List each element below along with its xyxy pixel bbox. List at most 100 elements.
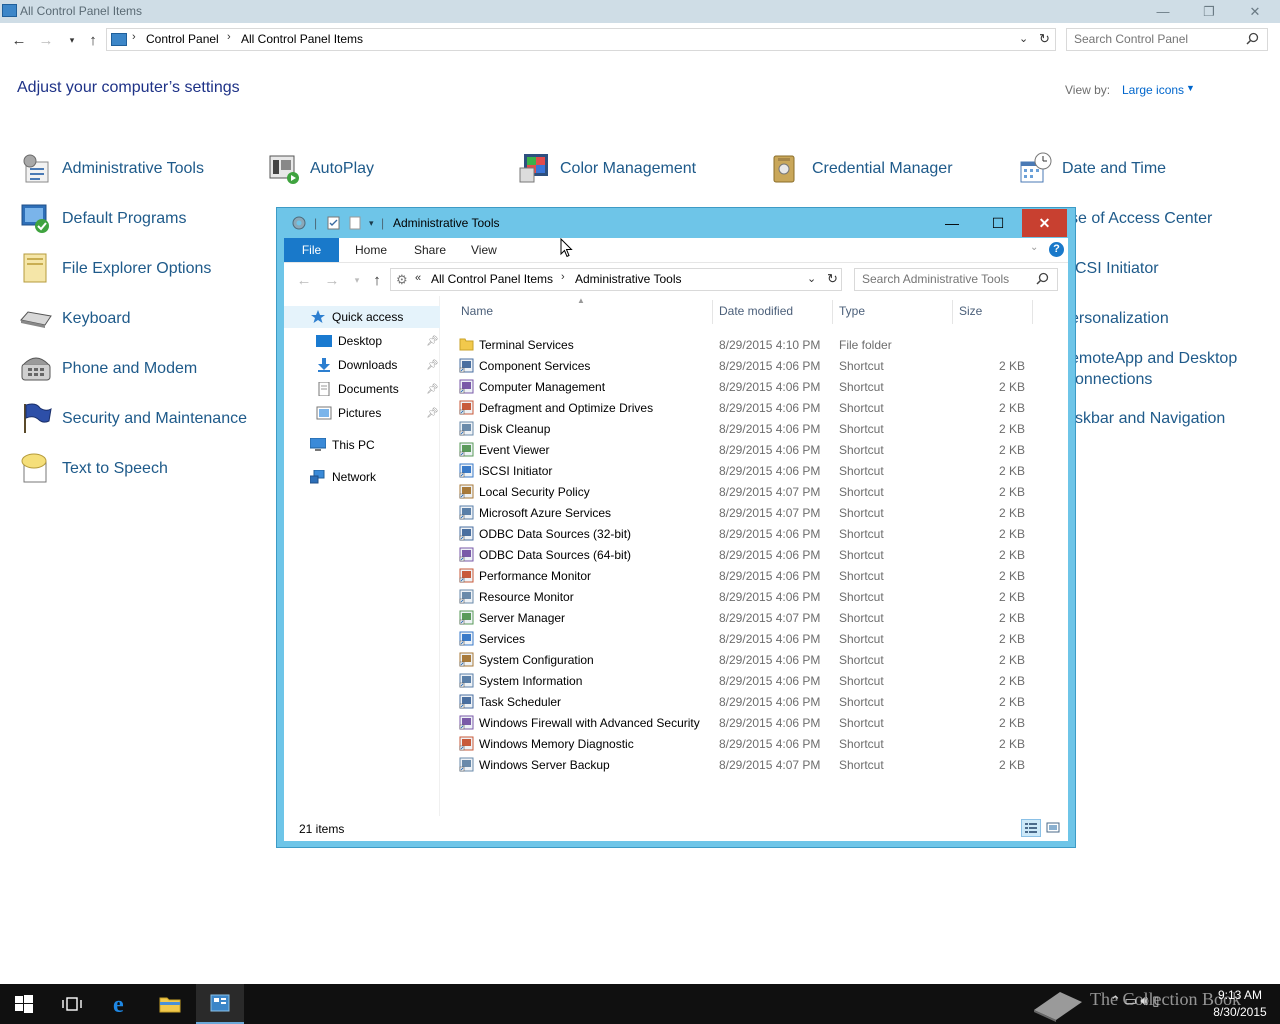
table-row[interactable]: Windows Memory Diagnostic 8/29/2015 4:06 …: [441, 733, 1068, 754]
tab-file[interactable]: File: [284, 238, 339, 262]
breadcrumb-administrative-tools[interactable]: Administrative Tools: [575, 272, 682, 286]
view-by-dropdown[interactable]: Large icons: [1122, 83, 1184, 97]
table-row[interactable]: Disk Cleanup 8/29/2015 4:06 PM Shortcut 2 K…: [441, 418, 1068, 439]
edge-browser-button[interactable]: e: [98, 984, 146, 1024]
address-bar[interactable]: › Control Panel › All Control Panel Item…: [106, 28, 1056, 51]
search-icon[interactable]: [1036, 272, 1049, 285]
pin-icon[interactable]: 📌︎: [426, 384, 439, 395]
task-view-button[interactable]: [48, 984, 96, 1024]
tree-item-documents[interactable]: Documents 📌︎: [284, 378, 440, 400]
column-header-size[interactable]: Size: [959, 304, 982, 318]
table-row[interactable]: Microsoft Azure Services 8/29/2015 4:07 P…: [441, 502, 1068, 523]
table-row[interactable]: Resource Monitor 8/29/2015 4:06 PM Shortcu…: [441, 586, 1068, 607]
table-row[interactable]: Event Viewer 8/29/2015 4:06 PM Shortcut 2 K…: [441, 439, 1068, 460]
table-row[interactable]: Computer Management 8/29/2015 4:06 PM Shor…: [441, 376, 1068, 397]
back-button[interactable]: ←: [9, 29, 29, 51]
tree-item-network[interactable]: Network: [284, 466, 440, 488]
pin-icon[interactable]: 📌︎: [426, 360, 439, 371]
tree-item-downloads[interactable]: Downloads 📌︎: [284, 354, 440, 376]
column-header-type[interactable]: Type: [839, 304, 865, 318]
table-row[interactable]: System Configuration 8/29/2015 4:06 PM Sho…: [441, 649, 1068, 670]
table-row[interactable]: ODBC Data Sources (32-bit) 8/29/2015 4:06…: [441, 523, 1068, 544]
breadcrumb-control-panel[interactable]: Control Panel: [146, 32, 219, 46]
file-date-modified: 8/29/2015 4:06 PM: [719, 716, 821, 730]
restore-button[interactable]: ❐: [1186, 0, 1232, 23]
file-explorer-button[interactable]: [146, 984, 194, 1024]
tree-item-quick-access[interactable]: Quick access: [284, 306, 440, 328]
refresh-icon[interactable]: ↻: [1039, 31, 1050, 47]
search-box[interactable]: [854, 268, 1058, 291]
expand-ribbon-chevron-icon[interactable]: ⌄: [1030, 242, 1038, 253]
table-row[interactable]: Services 8/29/2015 4:06 PM Shortcut 2 KB: [441, 628, 1068, 649]
customize-toolbar-chevron-icon[interactable]: ▾: [369, 218, 374, 229]
tab-share[interactable]: Share: [403, 238, 457, 262]
table-row[interactable]: iSCSI Initiator 8/29/2015 4:06 PM Shortcut…: [441, 460, 1068, 481]
recent-locations-button[interactable]: ▾: [62, 29, 82, 51]
back-button[interactable]: ←: [294, 269, 314, 291]
close-button[interactable]: ✕: [1022, 209, 1067, 237]
table-row[interactable]: Performance Monitor 8/29/2015 4:06 PM Shor…: [441, 565, 1068, 586]
table-row[interactable]: Local Security Policy 8/29/2015 4:07 PM Sh…: [441, 481, 1068, 502]
file-size: 2 KB: [998, 569, 1025, 583]
overflow-breadcrumb[interactable]: «: [415, 272, 421, 284]
search-icon[interactable]: [1246, 32, 1259, 45]
table-row[interactable]: Task Scheduler 8/29/2015 4:06 PM Shortcut 2…: [441, 691, 1068, 712]
column-divider[interactable]: [832, 300, 833, 324]
minimize-button[interactable]: —: [1140, 0, 1186, 23]
column-divider[interactable]: [712, 300, 713, 324]
chevron-down-icon[interactable]: ⌄: [1019, 32, 1028, 45]
start-button[interactable]: [0, 984, 48, 1024]
properties-icon[interactable]: [327, 216, 340, 230]
chevron-right-icon[interactable]: ›: [561, 271, 565, 283]
tab-view[interactable]: View: [460, 238, 508, 262]
forward-button[interactable]: →: [322, 269, 342, 291]
table-row[interactable]: Component Services 8/29/2015 4:06 PM Short…: [441, 355, 1068, 376]
table-row[interactable]: Server Manager 8/29/2015 4:07 PM Shortcut 2…: [441, 607, 1068, 628]
search-box[interactable]: [1066, 28, 1268, 51]
autoplay-icon: [269, 155, 299, 184]
window-titlebar[interactable]: | ▾ | Administrative Tools — ☐ ✕: [277, 208, 1075, 238]
close-button[interactable]: ✕: [1232, 0, 1278, 23]
column-header-name[interactable]: Name: [461, 304, 493, 318]
address-bar[interactable]: ⚙ « All Control Panel Items › Administra…: [390, 268, 842, 291]
search-input[interactable]: [1074, 32, 1234, 46]
help-icon[interactable]: ?: [1049, 242, 1064, 257]
refresh-icon[interactable]: ↻: [827, 271, 838, 287]
table-row[interactable]: Windows Server Backup 8/29/2015 4:07 PM Sh…: [441, 754, 1068, 775]
table-row[interactable]: Windows Firewall with Advanced Security 8…: [441, 712, 1068, 733]
forward-button[interactable]: →: [36, 29, 56, 51]
tree-item-pictures[interactable]: Pictures 📌︎: [284, 402, 440, 424]
pin-icon[interactable]: 📌︎: [426, 336, 439, 347]
clock-time[interactable]: 9:13 AM: [1216, 988, 1264, 1002]
column-divider[interactable]: [1032, 300, 1033, 324]
table-row[interactable]: Terminal Services 8/29/2015 4:10 PM File f…: [441, 334, 1068, 355]
tree-item-this-pc[interactable]: This PC: [284, 434, 440, 456]
system-tray-icons[interactable]: ⌃ ▭ 🔊︎ ▯: [1110, 993, 1159, 1009]
ribbon: File Home Share View ⌄ ?: [284, 238, 1068, 262]
tab-home[interactable]: Home: [344, 238, 398, 262]
pin-icon[interactable]: 📌︎: [426, 408, 439, 419]
column-divider[interactable]: [952, 300, 953, 324]
up-button[interactable]: ↑: [83, 29, 103, 51]
breadcrumb-all-control-panel-items[interactable]: All Control Panel Items: [431, 272, 553, 286]
chevron-right-icon[interactable]: ›: [132, 31, 136, 43]
caret-down-icon[interactable]: ▼: [1186, 83, 1195, 93]
breadcrumb-all-items[interactable]: All Control Panel Items: [241, 32, 363, 46]
chevron-right-icon[interactable]: ›: [227, 31, 231, 43]
control-panel-taskbar-button[interactable]: [196, 984, 244, 1024]
tree-item-desktop[interactable]: Desktop 📌︎: [284, 330, 440, 352]
recent-locations-button[interactable]: ▾: [347, 269, 367, 291]
table-row[interactable]: System Information 8/29/2015 4:06 PM Short…: [441, 670, 1068, 691]
up-button[interactable]: ↑: [367, 269, 387, 291]
large-icons-view-button[interactable]: [1043, 819, 1063, 837]
chevron-down-icon[interactable]: ⌄: [807, 272, 816, 285]
clock-date[interactable]: 8/30/2015: [1208, 1005, 1272, 1019]
table-row[interactable]: Defragment and Optimize Drives 8/29/2015 …: [441, 397, 1068, 418]
maximize-button[interactable]: ☐: [975, 208, 1021, 238]
minimize-button[interactable]: —: [929, 208, 975, 238]
table-row[interactable]: ODBC Data Sources (64-bit) 8/29/2015 4:06…: [441, 544, 1068, 565]
new-folder-icon[interactable]: [349, 216, 361, 230]
details-view-button[interactable]: [1021, 819, 1041, 837]
column-header-date-modified[interactable]: Date modified: [719, 304, 793, 318]
search-input[interactable]: [862, 272, 1022, 286]
